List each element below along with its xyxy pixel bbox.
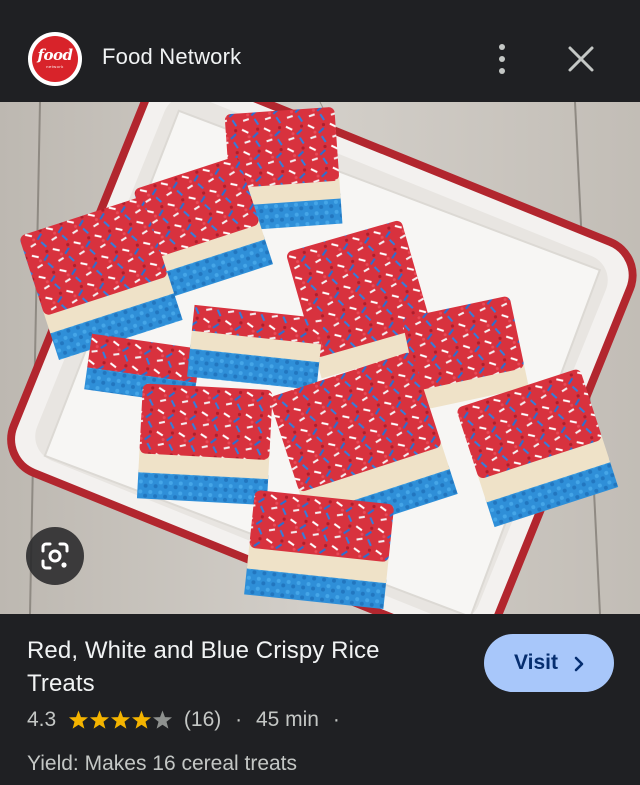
recipe-image[interactable] [0, 102, 640, 614]
rating-row: 4.3 (16) · 45 min · [27, 708, 348, 738]
logo-subtext: network [46, 64, 64, 69]
star-icon [153, 710, 173, 730]
rating-value: 4.3 [27, 708, 57, 732]
star-rating [69, 710, 173, 730]
site-name[interactable]: Food Network [102, 44, 241, 70]
food-network-logo[interactable]: food network [28, 32, 82, 86]
chevron-right-icon [574, 656, 584, 672]
cook-time: 45 min [255, 708, 319, 732]
visit-button[interactable]: Visit [484, 634, 614, 692]
recipe-yield: Yield: Makes 16 cereal treats [27, 752, 298, 775]
logo-text: food [37, 46, 73, 64]
star-icon [132, 710, 152, 730]
lens-icon[interactable] [26, 527, 84, 585]
more-vert-icon[interactable] [486, 40, 518, 78]
rice-treats-photo [0, 102, 640, 614]
header-bar: food network Food Network [0, 0, 640, 102]
logo-badge: food network [32, 36, 78, 82]
star-icon [111, 710, 131, 730]
separator: · [235, 708, 243, 732]
visit-label: Visit [514, 651, 558, 674]
recipe-title[interactable]: Red, White and Blue Crispy Rice Treats [27, 634, 427, 700]
separator-trailing: · [332, 708, 340, 732]
star-icon [90, 710, 110, 730]
close-icon[interactable] [562, 40, 600, 78]
review-count[interactable]: (16) [184, 708, 221, 732]
star-icon [69, 710, 89, 730]
